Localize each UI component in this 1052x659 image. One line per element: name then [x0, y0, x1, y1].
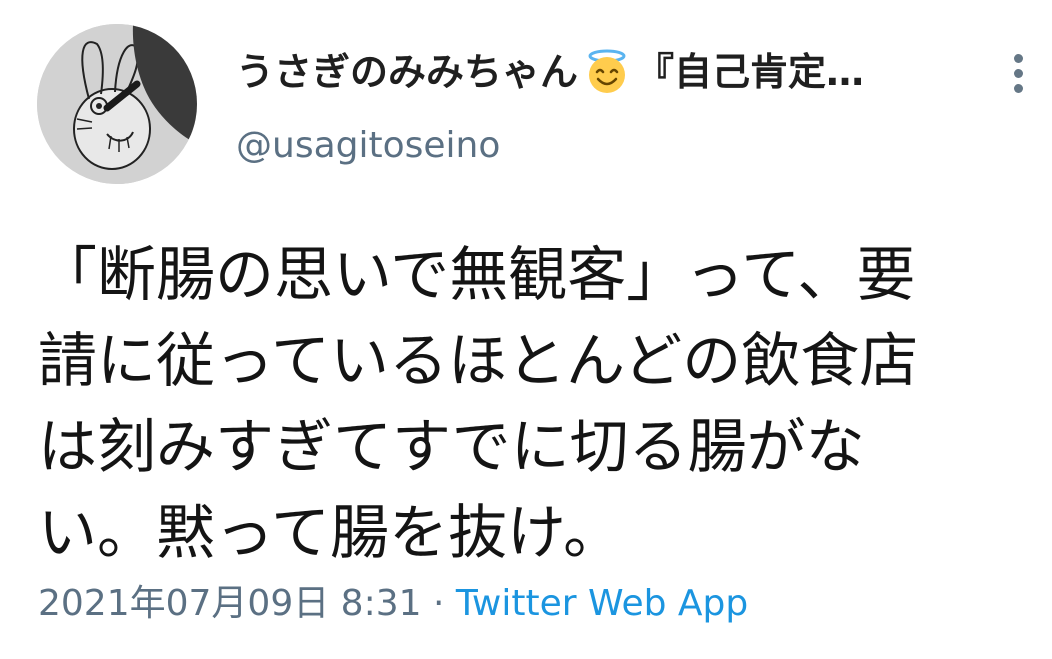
- tweet-meta: 2021年07月09日 8:31 · Twitter Web App: [38, 580, 748, 628]
- rabbit-drawing-avatar: [37, 24, 197, 184]
- avatar[interactable]: [37, 24, 197, 184]
- tweet-text-line: 「断腸の思いで無観客」って、要: [38, 240, 916, 309]
- display-name-text: うさぎのみみちゃん: [236, 50, 579, 94]
- display-name[interactable]: うさぎのみみちゃん 『自己肯定…: [236, 44, 864, 100]
- meta-separator: ·: [421, 583, 456, 624]
- tweet-text-line: は刻みすぎてすでに切る腸がな: [38, 412, 865, 481]
- display-name-suffix: 『自己肯定…: [636, 50, 865, 94]
- tweet-text-line: 請に従っているほとんどの飲食店: [38, 326, 919, 395]
- tweet-card: うさぎのみみちゃん 『自己肯定… @usagitoseino 「断腸の思いで無観…: [0, 0, 1052, 659]
- more-vertical-icon[interactable]: [1004, 50, 1034, 98]
- tweet-source-link[interactable]: Twitter Web App: [456, 583, 748, 624]
- tweet-text: 「断腸の思いで無観客」って、要 請に従っているほとんどの飲食店 は刻みすぎてすで…: [38, 232, 1028, 576]
- smiling-face-with-halo-icon: [588, 49, 626, 93]
- tweet-text-line: い。黙って腸を抜け。: [38, 498, 623, 567]
- user-handle[interactable]: @usagitoseino: [236, 122, 500, 170]
- tweet-timestamp[interactable]: 2021年07月09日 8:31: [38, 583, 422, 624]
